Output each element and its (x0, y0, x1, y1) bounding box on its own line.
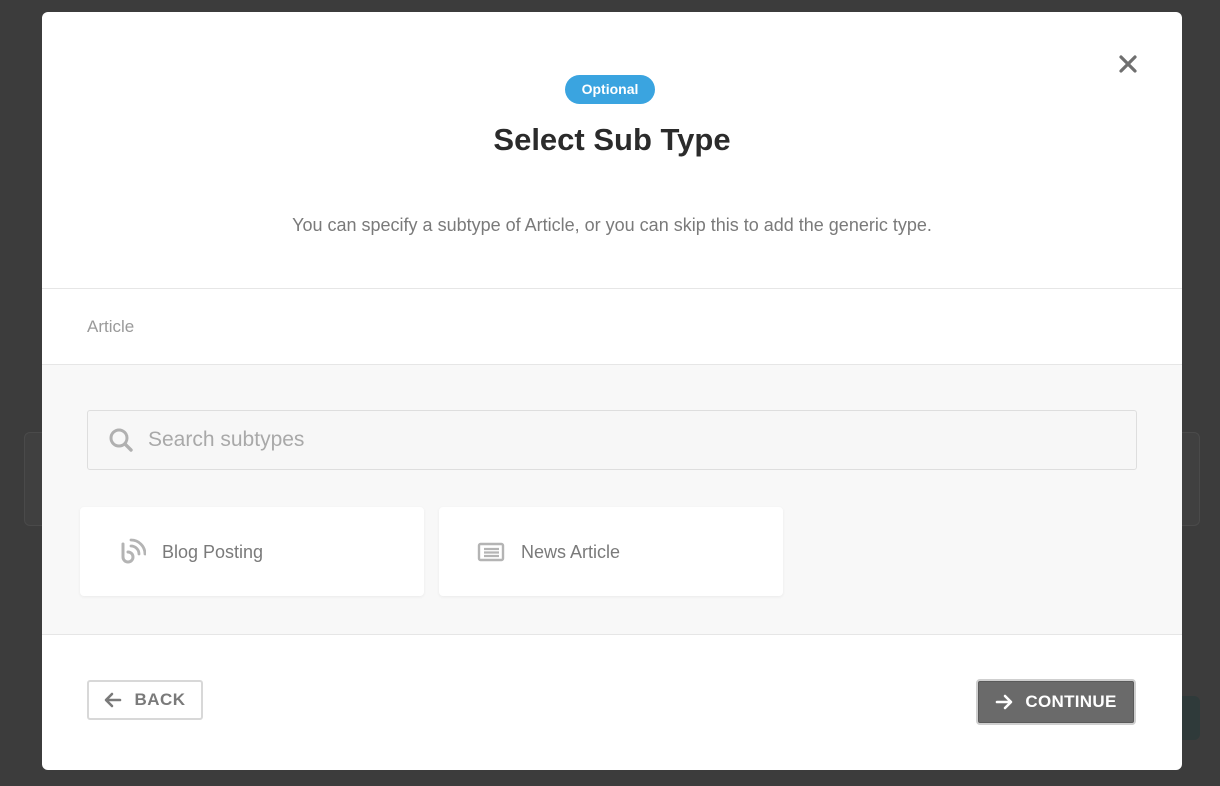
subtype-label: Blog Posting (162, 542, 264, 562)
breadcrumb: Article (87, 317, 135, 336)
continue-button[interactable]: CONTINUE (976, 679, 1136, 725)
subtype-card-news-article[interactable]: News Article (439, 507, 783, 596)
modal-subtitle: You can specify a subtype of Article, or… (292, 215, 932, 235)
header-divider (42, 288, 1182, 289)
back-button[interactable]: BACK (87, 680, 203, 720)
modal-header: Optional Select Sub Type You can specify… (42, 12, 1182, 288)
continue-button-label: CONTINUE (1025, 692, 1117, 711)
back-button-label: BACK (134, 690, 186, 709)
arrow-right-icon (996, 694, 1013, 710)
subtype-card-blog-posting[interactable]: Blog Posting (80, 507, 424, 596)
search-input[interactable] (148, 411, 1108, 469)
search-icon (109, 428, 133, 452)
modal-footer: BACK CONTINUE (42, 634, 1182, 770)
subtype-label: News Article (521, 542, 621, 562)
arrow-left-icon (105, 692, 122, 708)
modal-title: Select Sub Type (493, 122, 731, 157)
search-box[interactable] (87, 410, 1137, 470)
subtype-content: Blog Posting News Article (42, 365, 1182, 634)
newspaper-icon (477, 542, 505, 562)
blog-rss-icon (121, 538, 146, 564)
select-subtype-modal: Optional Select Sub Type You can specify… (42, 12, 1182, 770)
optional-badge: Optional (565, 75, 655, 104)
